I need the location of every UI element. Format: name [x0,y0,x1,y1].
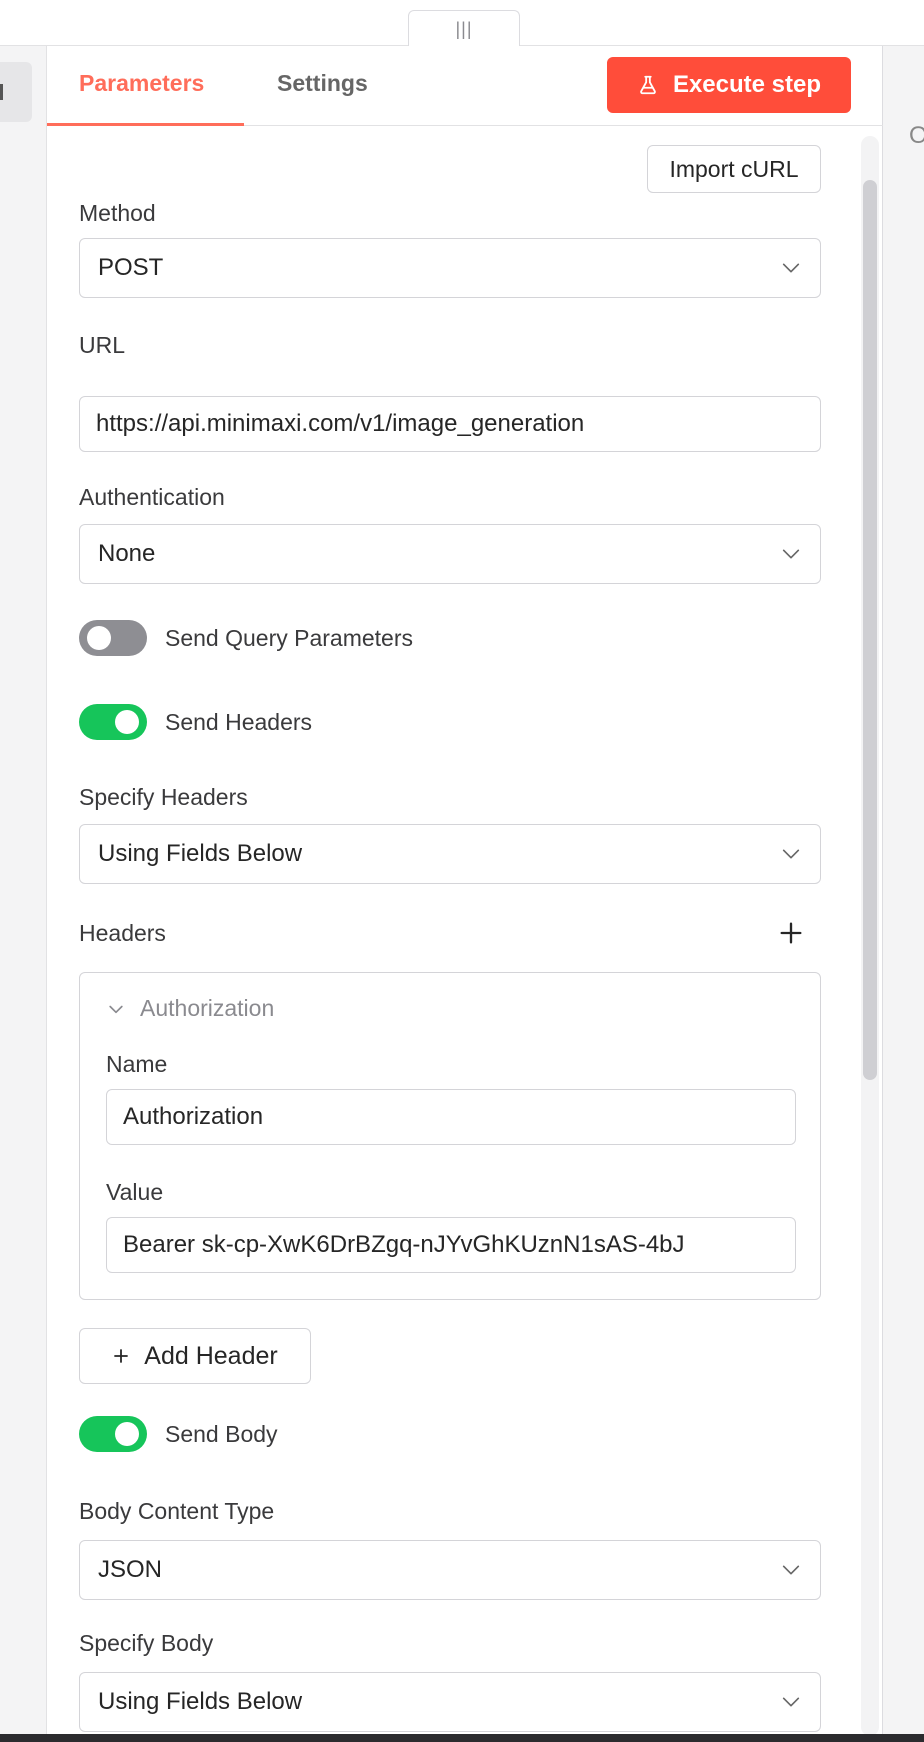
scrollbar-thumb[interactable] [863,180,877,1080]
send-query-parameters-row: Send Query Parameters [79,620,413,656]
right-panel-edge: O [882,46,924,1736]
panel-scrollbar[interactable] [857,136,881,1736]
toggle-knob [115,710,139,734]
add-header-label: Add Header [144,1341,278,1370]
send-headers-label: Send Headers [165,708,313,735]
node-parameters-panel: Parameters Settings Execute step Import … [46,46,883,1736]
body-content-type-label: Body Content Type [79,1498,275,1524]
add-header-plus-icon[interactable] [777,919,805,947]
drag-handle-icon: ||| [455,18,473,39]
bottom-edge-bar [0,1734,924,1742]
header-item-title: Authorization [140,995,275,1021]
header-item-toggle[interactable]: Authorization [106,995,274,1022]
authentication-select[interactable]: None [79,524,821,584]
panel-drag-handle[interactable]: ||| [408,10,520,47]
chevron-down-icon [109,1005,123,1013]
send-query-parameters-label: Send Query Parameters [165,624,414,651]
add-header-button[interactable]: Add Header [79,1328,311,1384]
specify-headers-value: Using Fields Below [98,840,303,867]
flask-icon [640,75,656,95]
method-select[interactable]: POST [79,238,821,298]
body-content-type-select[interactable]: JSON [79,1540,821,1600]
specify-headers-label: Specify Headers [79,784,248,810]
chevron-down-icon [782,263,800,273]
header-name-value: Authorization [123,1103,264,1130]
send-headers-toggle[interactable] [79,704,147,740]
url-label: URL [79,332,126,358]
chevron-down-icon [782,1565,800,1575]
send-body-label: Send Body [165,1420,278,1447]
right-panel-peek-text: O [909,122,924,149]
header-item-card: Authorization Name Authorization Value B… [79,972,821,1300]
specify-body-select[interactable]: Using Fields Below [79,1672,821,1732]
chevron-down-icon [782,549,800,559]
panel-tabs: Parameters Settings Execute step [47,46,883,126]
left-panel-edge[interactable] [0,62,32,122]
left-panel-edge-marker [0,84,3,100]
tab-parameters[interactable]: Parameters [47,70,244,126]
header-name-label: Name [106,1051,168,1077]
chevron-down-icon [782,849,800,859]
authentication-label: Authentication [79,484,225,510]
toggle-knob [87,626,111,650]
execute-step-label: Execute step [672,71,822,98]
import-curl-button[interactable]: Import cURL [647,145,821,193]
send-body-row: Send Body [79,1416,278,1452]
specify-body-label: Specify Body [79,1630,214,1656]
top-bar: ||| [0,0,924,47]
url-input[interactable]: https://api.minimaxi.com/v1/image_genera… [79,396,821,452]
plus-icon [114,1349,129,1363]
method-label: Method [79,200,156,226]
chevron-down-icon [782,1697,800,1707]
header-value-input[interactable]: Bearer sk-cp-XwK6DrBZgq-nJYvGhKUznN1sAS-… [106,1217,796,1273]
authentication-value: None [98,540,156,567]
send-headers-row: Send Headers [79,704,312,740]
body-content-type-value: JSON [98,1556,163,1583]
specify-headers-select[interactable]: Using Fields Below [79,824,821,884]
header-value-value: Bearer sk-cp-XwK6DrBZgq-nJYvGhKUznN1sAS-… [123,1231,685,1258]
tab-settings[interactable]: Settings [277,70,368,126]
header-name-input[interactable]: Authorization [106,1089,796,1145]
send-query-parameters-toggle[interactable] [79,620,147,656]
send-body-toggle[interactable] [79,1416,147,1452]
toggle-knob [115,1422,139,1446]
method-value: POST [98,254,164,281]
execute-step-button[interactable]: Execute step [607,57,851,113]
specify-body-value: Using Fields Below [98,1688,303,1715]
headers-label: Headers [79,920,166,946]
url-value: https://api.minimaxi.com/v1/image_genera… [96,410,585,437]
header-value-label: Value [106,1179,164,1205]
